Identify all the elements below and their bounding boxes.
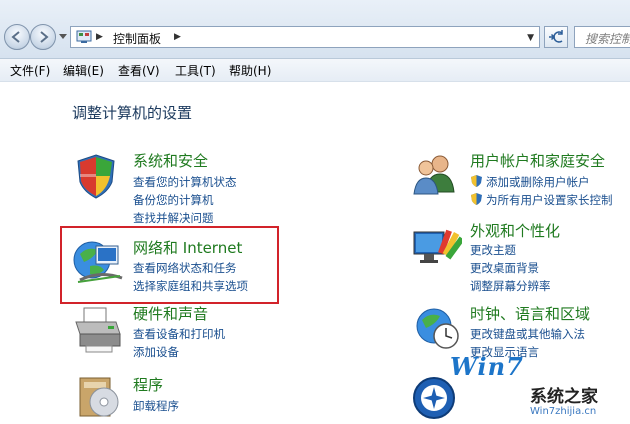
category-clock-language-region[interactable]: 时钟、语言和区域 xyxy=(470,303,590,324)
breadcrumb-control-panel[interactable]: 控制面板 xyxy=(113,30,161,47)
link-homegroup-sharing[interactable]: 选择家庭组和共享选项 xyxy=(133,278,248,294)
link-backup-computer[interactable]: 备份您的计算机 xyxy=(133,192,214,208)
address-dropdown-icon[interactable]: ▼ xyxy=(527,33,534,43)
watermark-name: 系统之家 xyxy=(530,387,598,407)
shield-flag-icon[interactable] xyxy=(72,152,120,200)
link-network-status[interactable]: 查看网络状态和任务 xyxy=(133,260,237,276)
control-panel-icon xyxy=(76,30,92,43)
menu-view[interactable]: 查看(V) xyxy=(118,62,160,79)
link-add-device[interactable]: 添加设备 xyxy=(133,344,179,360)
link-change-background[interactable]: 更改桌面背景 xyxy=(470,260,539,276)
watermark-brand: Win7 xyxy=(450,352,524,381)
link-screen-resolution[interactable]: 调整屏幕分辨率 xyxy=(470,278,551,294)
link-view-computer-status[interactable]: 查看您的计算机状态 xyxy=(133,174,237,190)
refresh-button[interactable] xyxy=(544,26,568,48)
link-add-remove-accounts[interactable]: 添加或删除用户帐户 xyxy=(486,174,590,190)
monitor-paint-icon[interactable] xyxy=(412,226,462,270)
breadcrumb-separator-icon[interactable]: ▶ xyxy=(96,32,103,42)
programs-icon[interactable] xyxy=(74,372,124,420)
link-change-theme[interactable]: 更改主题 xyxy=(470,242,516,258)
control-panel-content: 调整计算机的设置 系统和安全 查看您的计算机状态 备份您的计算机 查找并解决问题… xyxy=(0,82,630,424)
forward-arrow-icon xyxy=(40,31,49,43)
link-parental-controls[interactable]: 为所有用户设置家长控制 xyxy=(486,192,613,208)
menu-bar: 文件(F) 编辑(E) 查看(V) 工具(T) 帮助(H) xyxy=(0,59,630,82)
forward-button[interactable] xyxy=(30,24,56,50)
link-change-keyboards[interactable]: 更改键盘或其他输入法 xyxy=(470,326,585,342)
users-icon[interactable] xyxy=(410,152,458,196)
breadcrumb-separator-icon[interactable]: ▶ xyxy=(174,32,181,42)
address-field[interactable]: ▶ 控制面板 ▶ ▼ xyxy=(70,26,540,48)
category-hardware-sound[interactable]: 硬件和声音 xyxy=(133,303,208,324)
back-arrow-icon xyxy=(11,31,20,43)
page-title: 调整计算机的设置 xyxy=(72,104,193,122)
search-input[interactable]: 搜索控制 xyxy=(574,26,630,48)
menu-help[interactable]: 帮助(H) xyxy=(229,62,271,79)
menu-edit[interactable]: 编辑(E) xyxy=(63,62,104,79)
refresh-icon xyxy=(549,30,563,43)
clock-globe-icon[interactable] xyxy=(414,304,462,352)
menu-file[interactable]: 文件(F) xyxy=(10,62,50,79)
uac-shield-icon xyxy=(471,175,482,187)
back-button[interactable] xyxy=(4,24,30,50)
category-system-security[interactable]: 系统和安全 xyxy=(133,150,208,171)
network-globe-icon[interactable] xyxy=(70,236,126,288)
search-placeholder: 搜索控制 xyxy=(585,32,630,46)
link-troubleshoot[interactable]: 查找并解决问题 xyxy=(133,210,214,226)
watermark-url: Win7zhijia.cn xyxy=(530,406,597,417)
uac-shield-icon xyxy=(471,193,482,205)
address-bar: ▶ 控制面板 ▶ ▼ 搜索控制 xyxy=(0,0,630,59)
printer-icon[interactable] xyxy=(72,304,124,356)
category-network-internet[interactable]: 网络和 Internet xyxy=(133,237,242,258)
link-uninstall-program[interactable]: 卸载程序 xyxy=(133,398,179,414)
category-appearance[interactable]: 外观和个性化 xyxy=(470,220,560,241)
recent-pages-dropdown-icon[interactable] xyxy=(59,32,67,40)
watermark: Win7 系统之家 Win7zhijia.cn xyxy=(410,350,630,424)
category-user-accounts[interactable]: 用户帐户和家庭安全 xyxy=(470,150,605,171)
menu-tools[interactable]: 工具(T) xyxy=(175,62,216,79)
watermark-logo-icon xyxy=(413,377,455,419)
category-programs[interactable]: 程序 xyxy=(133,374,163,395)
link-devices-printers[interactable]: 查看设备和打印机 xyxy=(133,326,225,342)
